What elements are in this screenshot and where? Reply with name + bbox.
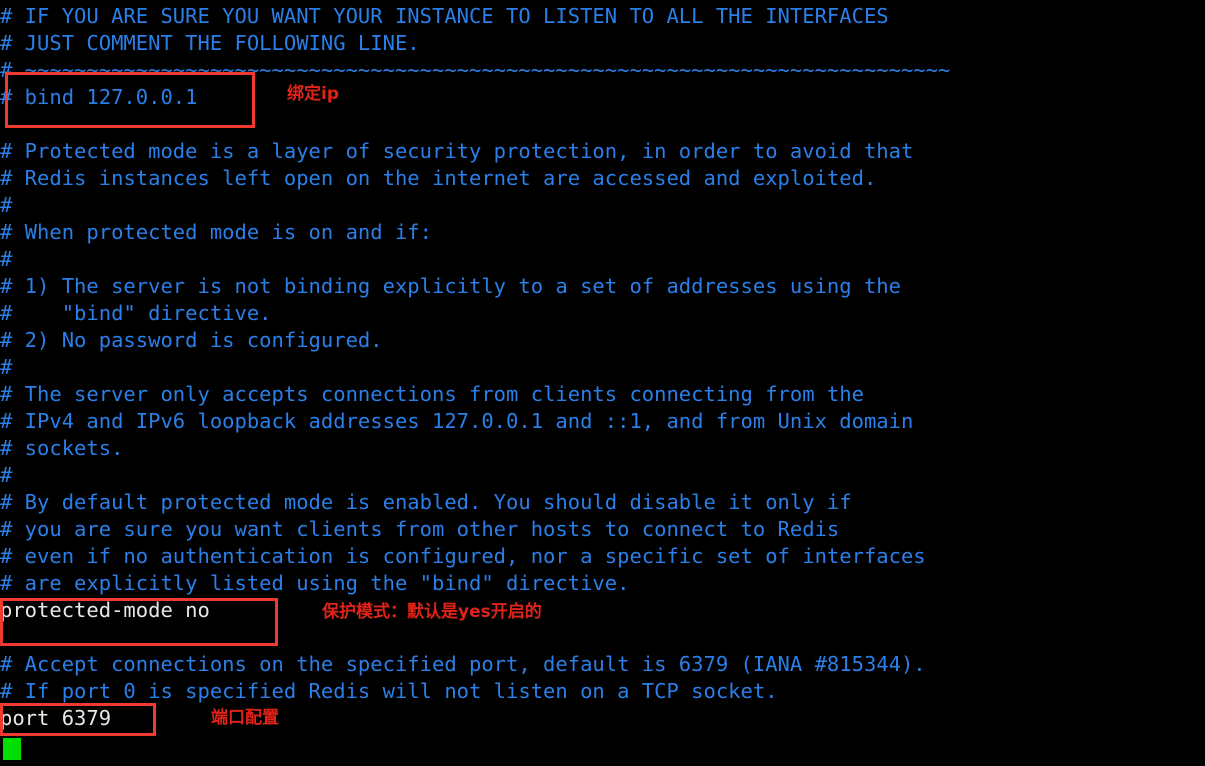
- code-line: #: [0, 355, 13, 379]
- code-line: #: [0, 463, 13, 487]
- code-line: #: [0, 193, 13, 217]
- code-line: # ~~~~~~~~~~~~~~~~~~~~~~~~~~~~~~~~~~~~~~…: [0, 58, 951, 82]
- code-line: # IF YOU ARE SURE YOU WANT YOUR INSTANCE…: [0, 4, 889, 28]
- code-line: # you are sure you want clients from oth…: [0, 517, 840, 541]
- code-line: # By default protected mode is enabled. …: [0, 490, 852, 514]
- code-line: # Protected mode is a layer of security …: [0, 139, 914, 163]
- code-line: # IPv4 and IPv6 loopback addresses 127.0…: [0, 409, 914, 433]
- code-line: # are explicitly listed using the "bind"…: [0, 571, 630, 595]
- code-line: # even if no authentication is configure…: [0, 544, 926, 568]
- code-line: # 2) No password is configured.: [0, 328, 383, 352]
- code-line: # Accept connections on the specified po…: [0, 652, 926, 676]
- code-line: # 1) The server is not binding explicitl…: [0, 274, 901, 298]
- port-note: 端口配置: [211, 708, 279, 728]
- code-line: # If port 0 is specified Redis will not …: [0, 679, 778, 703]
- code-line: # The server only accepts connections fr…: [0, 382, 864, 406]
- code-line: # Redis instances left open on the inter…: [0, 166, 877, 190]
- bind-ip-note: 绑定ip: [287, 84, 339, 104]
- code-line: #: [0, 247, 13, 271]
- terminal-window[interactable]: # IF YOU ARE SURE YOU WANT YOUR INSTANCE…: [0, 0, 1205, 766]
- code-line: # sockets.: [0, 436, 124, 460]
- code-line: # "bind" directive.: [0, 301, 272, 325]
- code-line: # JUST COMMENT THE FOLLOWING LINE.: [0, 31, 420, 55]
- code-line-port: port 6379: [0, 706, 112, 730]
- terminal-cursor: [3, 738, 21, 760]
- code-line-bind-directive: # bind 127.0.0.1: [0, 85, 198, 109]
- code-line: # When protected mode is on and if:: [0, 220, 432, 244]
- code-line-protected-mode: protected-mode no: [0, 598, 210, 622]
- protected-mode-note: 保护模式：默认是yes开启的: [322, 602, 542, 622]
